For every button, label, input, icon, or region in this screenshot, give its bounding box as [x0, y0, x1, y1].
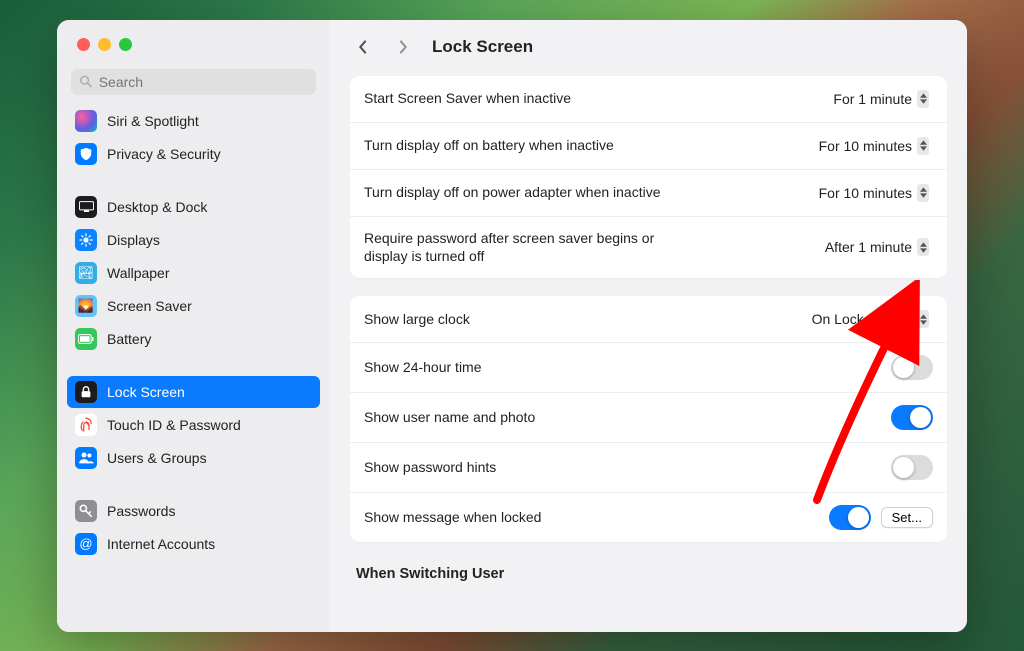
fullscreen-button[interactable]: [119, 38, 132, 51]
users-icon: [75, 447, 97, 469]
picker-value: For 10 minutes: [819, 138, 912, 154]
toggle-switch[interactable]: [829, 505, 871, 530]
timing-row-2: Turn display off on power adapter when i…: [350, 170, 947, 217]
display-row-2: Show user name and photo: [350, 393, 947, 443]
internet-icon: @: [75, 533, 97, 555]
siri-icon: [75, 110, 97, 132]
sidebar-item-screensaver[interactable]: 🌄 Screen Saver: [67, 290, 320, 322]
sidebar-item-label: Passwords: [107, 503, 175, 519]
sidebar: Siri & Spotlight Privacy & Security Deskto…: [57, 20, 330, 632]
toggle-switch[interactable]: [891, 355, 933, 380]
settings-group-display: Show large clock On Lock Screen Show 24-ho…: [350, 296, 947, 542]
set-button[interactable]: Set...: [881, 507, 933, 528]
picker-value: After 1 minute: [825, 239, 912, 255]
lockscreen-icon: [75, 381, 97, 403]
sidebar-item-label: Lock Screen: [107, 384, 185, 400]
timing-row-0: Start Screen Saver when inactive For 1 mi…: [350, 76, 947, 123]
sidebar-item-label: Desktop & Dock: [107, 199, 207, 215]
battery-icon: [75, 328, 97, 350]
privacy-icon: [75, 143, 97, 165]
sidebar-item-label: Touch ID & Password: [107, 417, 241, 433]
sidebar-item-label: Users & Groups: [107, 450, 207, 466]
minimize-button[interactable]: [98, 38, 111, 51]
page-title: Lock Screen: [432, 37, 533, 57]
picker-value: For 10 minutes: [819, 185, 912, 201]
dropdown-picker[interactable]: For 10 minutes: [815, 135, 933, 157]
setting-label: Start Screen Saver when inactive: [364, 89, 571, 108]
sidebar-item-privacy[interactable]: Privacy & Security: [67, 138, 320, 170]
back-button[interactable]: [352, 36, 374, 58]
sidebar-item-internet[interactable]: @ Internet Accounts: [67, 528, 320, 560]
search-input[interactable]: [99, 74, 308, 90]
sidebar-item-siri[interactable]: Siri & Spotlight: [67, 105, 320, 137]
sidebar-item-label: Screen Saver: [107, 298, 192, 314]
sidebar-item-wallpaper[interactable]: 🏞 Wallpaper: [67, 257, 320, 289]
sidebar-item-label: Siri & Spotlight: [107, 113, 199, 129]
sidebar-item-displays[interactable]: Displays: [67, 224, 320, 256]
setting-label: Show password hints: [364, 458, 496, 477]
timing-row-1: Turn display off on battery when inactiv…: [350, 123, 947, 170]
setting-label: Turn display off on battery when inactiv…: [364, 136, 614, 155]
sidebar-item-passwords[interactable]: Passwords: [67, 495, 320, 527]
dropdown-picker[interactable]: On Lock Screen: [808, 308, 933, 330]
dropdown-picker[interactable]: After 1 minute: [821, 236, 933, 258]
section-heading-switching: When Switching User: [350, 560, 947, 592]
timing-row-3: Require password after screen saver begi…: [350, 217, 947, 279]
setting-label: Show 24-hour time: [364, 358, 482, 377]
window-controls: [57, 32, 330, 69]
sidebar-item-desktop[interactable]: Desktop & Dock: [67, 191, 320, 223]
system-settings-window: Siri & Spotlight Privacy & Security Deskto…: [57, 20, 967, 632]
toggle-switch[interactable]: [891, 455, 933, 480]
sidebar-item-battery[interactable]: Battery: [67, 323, 320, 355]
toggle-switch[interactable]: [891, 405, 933, 430]
forward-button[interactable]: [392, 36, 414, 58]
picker-value: On Lock Screen: [812, 311, 912, 327]
touchid-icon: [75, 414, 97, 436]
display-row-1: Show 24-hour time: [350, 343, 947, 393]
sidebar-item-label: Internet Accounts: [107, 536, 215, 552]
sidebar-item-label: Wallpaper: [107, 265, 170, 281]
sidebar-item-label: Displays: [107, 232, 160, 248]
wallpaper-icon: 🏞: [75, 262, 97, 284]
sidebar-item-label: Privacy & Security: [107, 146, 221, 162]
search-field[interactable]: [71, 69, 316, 95]
sidebar-item-label: Battery: [107, 331, 151, 347]
setting-label: Turn display off on power adapter when i…: [364, 183, 661, 202]
sidebar-list: Siri & Spotlight Privacy & Security Deskto…: [57, 105, 330, 632]
dropdown-picker[interactable]: For 10 minutes: [815, 182, 933, 204]
sidebar-item-users[interactable]: Users & Groups: [67, 442, 320, 474]
settings-main: Start Screen Saver when inactive For 1 mi…: [330, 70, 967, 632]
display-row-3: Show password hints: [350, 443, 947, 493]
display-row-4: Show message when locked Set...: [350, 493, 947, 542]
picker-value: For 1 minute: [833, 91, 912, 107]
desktop-icon: [75, 196, 97, 218]
sidebar-item-touchid[interactable]: Touch ID & Password: [67, 409, 320, 441]
setting-label: Show message when locked: [364, 508, 541, 527]
setting-label: Show large clock: [364, 310, 470, 329]
close-button[interactable]: [77, 38, 90, 51]
display-row-0: Show large clock On Lock Screen: [350, 296, 947, 343]
screensaver-icon: 🌄: [75, 295, 97, 317]
content-pane: Lock Screen Start Screen Saver when inac…: [330, 20, 967, 632]
search-icon: [79, 74, 93, 89]
sidebar-item-lockscreen[interactable]: Lock Screen: [67, 376, 320, 408]
setting-label: Require password after screen saver begi…: [364, 229, 694, 267]
dropdown-picker[interactable]: For 1 minute: [829, 88, 933, 110]
header: Lock Screen: [330, 20, 967, 70]
passwords-icon: [75, 500, 97, 522]
setting-label: Show user name and photo: [364, 408, 535, 427]
displays-icon: [75, 229, 97, 251]
settings-group-timing: Start Screen Saver when inactive For 1 mi…: [350, 76, 947, 279]
